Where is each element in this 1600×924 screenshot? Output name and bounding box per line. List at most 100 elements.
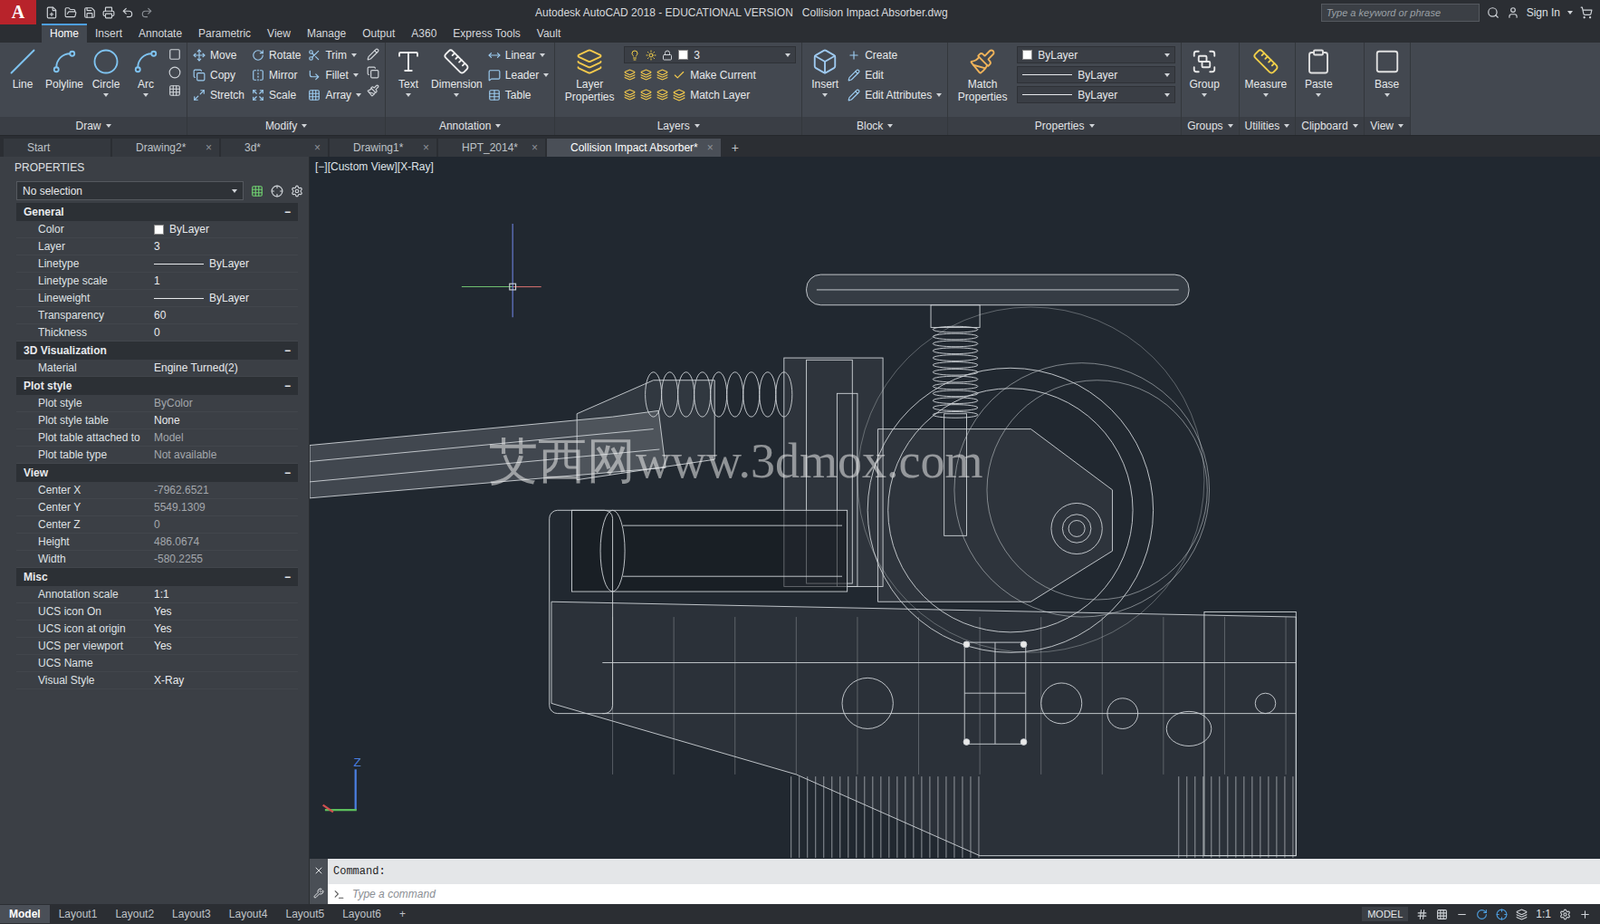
help-search-field[interactable] [1321,3,1480,22]
layout-tab[interactable]: Layout1 [49,904,107,923]
ribbon-small-button[interactable]: Table [488,86,549,104]
close-tab-button[interactable]: × [314,141,321,154]
ribbon-large-button[interactable]: Dimension [431,46,483,97]
toggle-pickadd-icon[interactable] [250,184,264,198]
property-row[interactable]: Plot table attached toModel [16,429,298,447]
property-row[interactable]: Plot style tableNone [16,411,298,430]
property-row[interactable]: Thickness0 [16,324,298,342]
property-dropdown[interactable]: ByLayer [1016,66,1176,84]
ribbon-large-button[interactable]: Polyline [45,46,84,91]
property-row[interactable]: Center X-7962.6521 [16,481,298,499]
property-dropdown[interactable]: ByLayer [1016,46,1176,64]
sign-in-button[interactable]: Sign In [1526,6,1561,20]
ribbon-small-button[interactable]: Trim [307,46,362,64]
tool-icon[interactable] [366,66,380,79]
ribbon-tab[interactable]: Home [41,23,87,43]
drawing-viewport[interactable]: Z[−][Custom View][X-Ray]艾西网www.3dmox.com [309,156,1600,859]
layer-tool-icon[interactable] [656,68,669,81]
close-tab-button[interactable]: × [707,141,714,154]
ribbon-small-button[interactable]: Move [192,46,245,64]
layout-tab[interactable]: Model [0,904,50,923]
ribbon-small-button[interactable]: Make Current [672,66,757,84]
layer-dropdown[interactable]: 3 [623,46,796,64]
property-row[interactable]: LineweightByLayer [16,289,298,307]
property-row[interactable]: Layer3 [16,238,298,256]
ribbon-small-button[interactable]: Rotate [251,46,301,64]
ribbon-large-button[interactable]: Layer Properties [560,46,619,104]
ribbon-tab[interactable]: Output [354,23,403,43]
ribbon-large-button[interactable]: Arc [128,46,163,97]
property-row[interactable]: Center Y5549.1309 [16,498,298,517]
ribbon-large-button[interactable]: Line [5,46,40,91]
ribbon-small-button[interactable]: Linear [488,46,549,64]
layer-tool-icon[interactable] [640,68,652,81]
ribbon-tab[interactable]: View [258,23,299,43]
property-row[interactable]: UCS icon at originYes [16,620,298,638]
select-objects-icon[interactable] [270,184,284,198]
property-row[interactable]: UCS icon OnYes [16,603,298,621]
save-icon[interactable] [83,6,96,20]
layout-tab[interactable]: Layout2 [105,904,163,923]
section-header[interactable]: View− [16,463,298,482]
tool-icon[interactable] [168,66,182,79]
property-row[interactable]: LinetypeByLayer [16,255,298,273]
close-tab-button[interactable]: × [205,141,212,154]
ribbon-tab[interactable]: Parametric [190,23,259,43]
user-icon[interactable] [1506,6,1520,20]
application-menu-logo[interactable]: A [0,0,37,25]
document-tab[interactable]: Collision Impact Absorber*× [546,138,721,157]
property-row[interactable]: ColorByLayer [16,220,298,239]
property-row[interactable]: Linetype scale1 [16,272,298,290]
ribbon-small-button[interactable]: Fillet [307,66,362,84]
layout-tab[interactable]: Layout4 [220,904,278,923]
grid-icon[interactable] [1416,908,1428,920]
ortho-icon[interactable] [1456,908,1468,920]
osnap-icon[interactable] [1495,908,1508,920]
tool-icon[interactable] [366,84,380,97]
ribbon-tab[interactable]: Manage [298,23,355,43]
document-tab[interactable]: Drawing2*× [112,138,220,157]
section-header[interactable]: Plot style− [16,376,298,395]
property-row[interactable]: MaterialEngine Turned(2) [16,359,298,377]
ribbon-small-button[interactable]: Match Layer [672,86,750,104]
isolate-icon[interactable] [1515,908,1528,920]
ribbon-small-button[interactable]: Copy [192,66,245,84]
layer-tool-icon[interactable] [656,88,669,101]
ribbon-tab[interactable]: Vault [528,23,569,43]
ribbon-tab[interactable]: A360 [402,23,445,43]
ribbon-large-button[interactable]: Base [1370,46,1405,97]
ribbon-small-button[interactable]: Scale [251,86,301,104]
document-tab[interactable]: HPT_2014*× [438,138,546,157]
snap-icon[interactable] [1436,908,1448,920]
layer-tool-icon[interactable] [623,88,636,101]
customize-icon[interactable] [313,887,325,899]
ribbon-tab[interactable]: Express Tools [444,23,528,43]
close-tab-button[interactable]: × [422,141,430,154]
new-file-icon[interactable] [45,6,58,20]
ribbon-small-button[interactable]: Edit Attributes [847,86,942,104]
model-space-button[interactable]: MODEL [1361,906,1409,921]
ribbon-large-button[interactable]: Measure [1245,46,1288,97]
property-row[interactable]: Annotation scale1:1 [16,585,298,604]
property-row[interactable]: UCS per viewportYes [16,637,298,655]
ribbon-small-button[interactable]: Stretch [192,86,245,104]
property-row[interactable]: Height486.0674 [16,533,298,551]
annotation-scale[interactable]: 1:1 [1535,907,1552,920]
layout-tab[interactable]: Layout5 [276,904,334,923]
command-prompt-icon[interactable] [333,888,345,901]
ribbon-tab[interactable]: Annotate [130,23,191,43]
layout-tab[interactable]: Layout6 [333,904,391,923]
property-row[interactable]: Visual StyleX-Ray [16,671,298,690]
document-tab[interactable]: Start [3,138,111,157]
section-header[interactable]: General− [16,202,298,221]
close-icon[interactable] [313,864,325,876]
property-row[interactable]: Plot table typeNot available [16,446,298,464]
polar-icon[interactable] [1475,908,1488,920]
undo-icon[interactable] [121,6,135,20]
command-input[interactable] [350,886,1600,901]
ribbon-small-button[interactable]: Leader [488,66,549,84]
section-header[interactable]: Misc− [16,567,298,586]
layer-tool-icon[interactable] [640,88,652,101]
tool-icon[interactable] [168,47,182,61]
document-tab[interactable]: 3d*× [220,138,328,157]
